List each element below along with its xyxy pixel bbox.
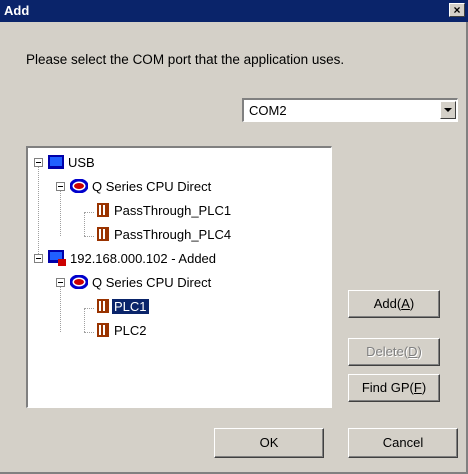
plc-icon [97, 227, 109, 241]
usb-icon [48, 155, 64, 169]
delete-button[interactable]: Delete(D) [348, 338, 440, 366]
collapse-toggle[interactable] [56, 278, 65, 287]
cancel-button[interactable]: Cancel [348, 428, 458, 458]
window-title: Add [4, 3, 30, 18]
tree-node-driver[interactable]: Q Series CPU Direct [28, 274, 328, 292]
tree-label: USB [68, 155, 95, 170]
tree-node-plc[interactable]: PLC2 [28, 322, 328, 340]
com-port-select[interactable]: COM2 [242, 98, 458, 122]
tree-label-selected: PLC1 [111, 298, 150, 315]
find-gp-button[interactable]: Find GP(F) [348, 374, 440, 402]
collapse-toggle[interactable] [56, 182, 65, 191]
driver-icon [70, 179, 88, 193]
tree-node-plc[interactable]: PassThrough_PLC4 [28, 226, 328, 244]
title-bar: Add × [0, 0, 468, 22]
driver-icon [70, 275, 88, 289]
dropdown-button[interactable] [440, 101, 456, 119]
com-port-value: COM2 [249, 103, 287, 118]
tree-label: PLC2 [114, 323, 147, 338]
tree-node-plc[interactable]: PassThrough_PLC1 [28, 202, 328, 220]
device-tree[interactable]: USB Q Series CPU Direct PassThrough_PLC1… [26, 146, 332, 408]
add-button[interactable]: Add(A) [348, 290, 440, 318]
collapse-toggle[interactable] [34, 254, 43, 263]
tree-label: Q Series CPU Direct [92, 275, 212, 290]
plc-icon [97, 203, 109, 217]
tree-node-usb[interactable]: USB [28, 154, 328, 172]
tree-node-ip[interactable]: 192.168.000.102 - Added [28, 250, 328, 268]
close-button[interactable]: × [449, 3, 465, 17]
tree-label: PassThrough_PLC4 [114, 227, 232, 242]
tree-label: 192.168.000.102 - Added [70, 251, 217, 266]
instruction-text: Please select the COM port that the appl… [26, 52, 345, 67]
tree-node-plc[interactable]: PLC1 [28, 298, 328, 316]
tree-label: PassThrough_PLC1 [114, 203, 232, 218]
chevron-down-icon [444, 108, 452, 112]
network-icon [48, 250, 66, 266]
ok-button[interactable]: OK [214, 428, 324, 458]
plc-icon [97, 299, 109, 313]
tree-node-driver[interactable]: Q Series CPU Direct [28, 178, 328, 196]
plc-icon [97, 323, 109, 337]
tree-label: Q Series CPU Direct [92, 179, 212, 194]
collapse-toggle[interactable] [34, 158, 43, 167]
